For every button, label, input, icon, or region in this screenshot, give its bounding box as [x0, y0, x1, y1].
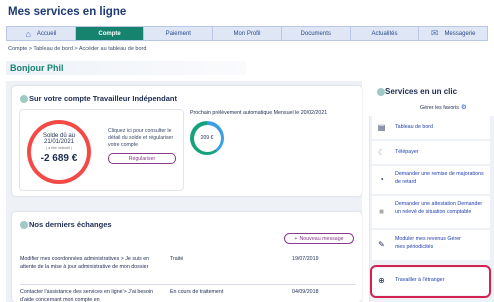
manage-favorites-link[interactable]: Gérer les favoris ⚙	[420, 103, 467, 111]
nav-tab-paiement[interactable]: Paiement	[144, 27, 214, 40]
nav-tab-profil[interactable]: Mon Profil	[213, 27, 282, 40]
nav-label: Paiement	[165, 30, 191, 37]
quick-item-moduler-revenus[interactable]: ✎ Moduler mes revenus Gérer mes périodic…	[372, 230, 490, 260]
account-card: Sur votre compte Travailleur Indépendant…	[12, 86, 362, 196]
row-divider	[20, 284, 356, 285]
solde-detail-link[interactable]: Cliquez ici pour consulter le détail du …	[108, 128, 184, 149]
card-icon: ☾	[377, 148, 386, 157]
quick-services-title: Services en un clic	[377, 87, 457, 96]
quick-item-label: Demander une attestation Demander un rel…	[395, 201, 483, 215]
pencil-icon: ✎	[378, 240, 385, 249]
prelevement-ring: 209 €	[190, 121, 224, 155]
quick-item-label: Tableau de bord	[395, 124, 433, 130]
exchanges-title-text: Nos derniers échanges	[29, 220, 112, 229]
mail-icon: ✉	[430, 28, 439, 38]
prelevement-amount: 209 €	[193, 124, 221, 152]
solde-card: Solde dû au 21/01/2021 ( à titre indicat…	[19, 109, 184, 191]
nav-tab-actualites[interactable]: Actualités	[351, 27, 420, 40]
nav-label: Accueil	[36, 30, 57, 37]
solde-amount: -2 689 €	[40, 153, 78, 164]
prelevement-text: Prochain prélèvement automatique Mensuel…	[190, 110, 328, 116]
main-nav: ⌂ Accueil Compte Paiement Mon Profil Doc…	[6, 26, 488, 41]
clock-icon: ◔	[379, 175, 384, 184]
breadcrumb: Compte > Tableau de bord > Accéder au ta…	[8, 46, 147, 52]
dashboard-icon: ▤	[377, 123, 386, 132]
bullet-dot-icon	[20, 95, 28, 104]
solde-ring: Solde dû au 21/01/2021 ( à titre indicat…	[27, 120, 91, 184]
solde-label: Solde dû au 21/01/2021	[42, 133, 76, 145]
quick-item-attestation[interactable]: ■ Demander une attestation Demander un r…	[372, 196, 490, 228]
nav-label: Actualités	[371, 30, 398, 37]
nav-label: Documents	[300, 30, 331, 37]
gear-icon: ⚙	[460, 104, 467, 111]
bullet-dot-icon	[20, 221, 28, 230]
document-icon: ■	[379, 207, 384, 216]
quick-item-label: Télépayer	[395, 149, 419, 155]
quick-item-label: Moduler mes revenus Gérer mes périodicit…	[395, 236, 461, 250]
account-title-text: Sur votre compte Travailleur Indépendant	[29, 94, 177, 103]
account-card-title: Sur votre compte Travailleur Indépendant	[20, 94, 177, 104]
nav-label: Messagerie	[444, 30, 476, 37]
exchange-status: Traité	[170, 256, 184, 262]
exchanges-title: Nos derniers échanges	[20, 220, 112, 230]
exchange-subject: Modifier mes coordonnées administratives…	[20, 256, 150, 270]
home-icon: ⌂	[25, 28, 31, 39]
exchanges-card: Nos derniers échanges + Nouveau message …	[12, 212, 362, 302]
quick-item-remise-majorations[interactable]: ◔ Demander une remise de majorations de …	[372, 166, 490, 194]
exchange-date: 04/09/2018	[292, 289, 319, 295]
highlight-frame	[370, 265, 491, 298]
quick-title-text: Services en un clic	[385, 87, 458, 96]
manage-favorites-label: Gérer les favoris	[420, 105, 459, 111]
exchange-date: 19/07/2019	[292, 256, 319, 262]
nav-tab-accueil[interactable]: ⌂ Accueil	[7, 27, 76, 40]
quick-item-tableau-de-bord[interactable]: ▤ Tableau de bord	[372, 116, 490, 139]
exchange-status: En cours de traitement	[170, 289, 224, 295]
nav-label: Mon Profil	[233, 30, 261, 37]
solde-note: ( à titre indicatif )	[46, 146, 72, 150]
nav-tab-messagerie[interactable]: ✉ Messagerie	[419, 27, 487, 40]
nav-tab-compte[interactable]: Compte	[75, 27, 145, 40]
exchange-subject: Contacter l'assistance des services en l…	[20, 289, 154, 302]
nav-tab-documents[interactable]: Documents	[282, 27, 351, 40]
bullet-dot-icon	[377, 87, 385, 96]
site-title: Mes services en ligne	[8, 6, 127, 18]
regulariser-button[interactable]: Régulariser	[108, 153, 176, 164]
solde-inner: Solde dû au 21/01/2021 ( à titre indicat…	[31, 124, 87, 180]
quick-item-telepayer[interactable]: ☾ Télépayer	[372, 141, 490, 164]
new-message-button[interactable]: + Nouveau message	[284, 233, 354, 244]
quick-item-label: Demander une remise de majorations de re…	[395, 171, 484, 185]
plus-icon: +	[294, 235, 298, 242]
greeting: Bonjour Phil	[10, 63, 64, 73]
nav-label: Compte	[98, 30, 121, 37]
new-message-label: Nouveau message	[299, 235, 344, 242]
